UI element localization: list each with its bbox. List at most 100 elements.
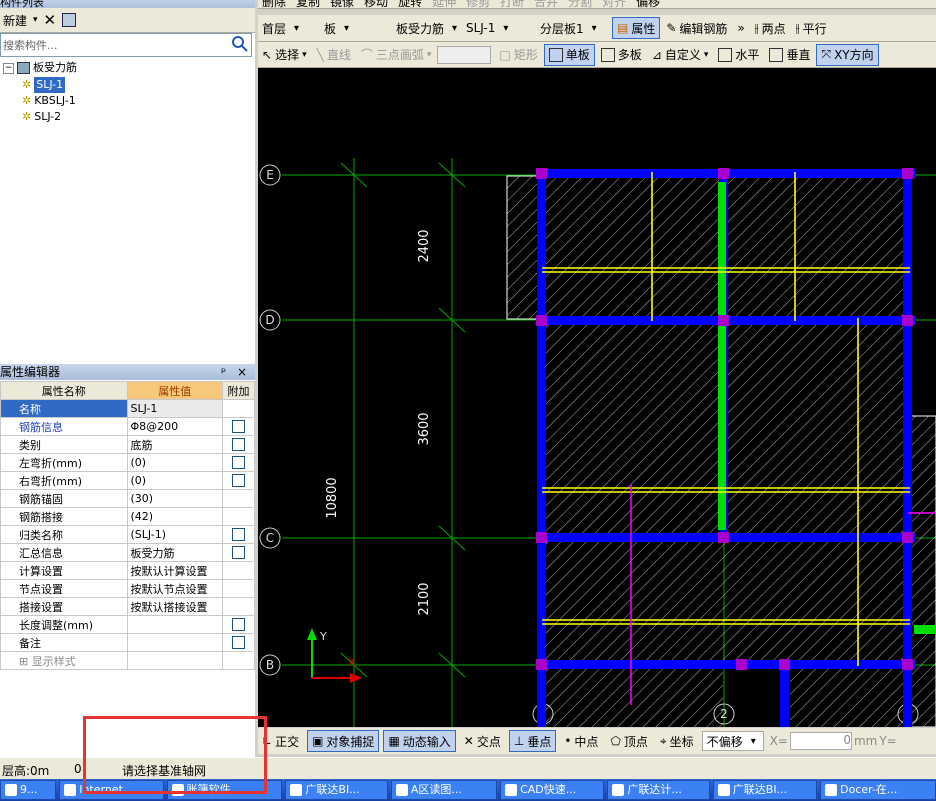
column[interactable] — [902, 532, 913, 543]
floor-dropdown[interactable]: 首层 — [258, 19, 316, 37]
edit-rebar-button[interactable]: ✎ 编辑钢筋 — [662, 18, 731, 38]
property-row[interactable]: 归类名称 (SLJ-1) — [0, 525, 256, 544]
property-row[interactable]: 计算设置 按默认计算设置 — [0, 561, 256, 580]
property-value[interactable]: 板受力筋 — [126, 543, 223, 562]
column[interactable] — [718, 315, 729, 326]
merge-button[interactable]: 合并 — [530, 0, 562, 8]
pin-icon[interactable]: ᵖ — [221, 364, 226, 380]
taskbar-item[interactable]: A区读图... — [390, 780, 498, 800]
property-value[interactable]: (30) — [126, 489, 223, 508]
column[interactable] — [536, 315, 547, 326]
offset-dropdown[interactable]: 不偏移 — [701, 731, 764, 751]
slab-panel[interactable] — [543, 665, 723, 727]
property-value[interactable]: (42) — [126, 507, 223, 526]
column[interactable] — [736, 659, 747, 670]
component-dropdown[interactable]: SLJ-1 — [462, 19, 532, 37]
category-dropdown[interactable]: 板 — [320, 19, 388, 37]
perpendicular-button[interactable]: ⊥ 垂点 — [508, 730, 557, 752]
trim-button[interactable]: 修剪 — [462, 0, 494, 8]
beam-1[interactable] — [537, 169, 546, 727]
taskbar-item[interactable]: 广联达计... — [607, 780, 710, 800]
property-row[interactable]: 节点设置 按默认节点设置 — [0, 579, 256, 598]
property-row[interactable]: 搭接设置 按默认搭接设置 — [0, 597, 256, 616]
align-button[interactable]: 对齐 — [598, 0, 630, 8]
attach-checkbox[interactable] — [231, 618, 245, 632]
multi-board-button[interactable]: 多板 — [597, 45, 646, 65]
horizontal-button[interactable]: 水平 — [714, 45, 763, 65]
taskbar-item[interactable]: 9... — [0, 780, 57, 800]
two-point-button[interactable]: ⫲ 两点 — [751, 18, 790, 38]
attach-checkbox[interactable] — [231, 420, 245, 434]
column[interactable] — [536, 659, 547, 670]
column[interactable] — [902, 315, 913, 326]
select-button[interactable]: ↖ 选择 ▾ — [258, 45, 311, 65]
property-value[interactable] — [126, 615, 223, 634]
vertex-button[interactable]: ⬠ 顶点 — [606, 731, 651, 751]
coord-button[interactable]: ⌖ 坐标 — [656, 731, 698, 751]
line-button[interactable]: ╲ 直线 — [313, 45, 355, 65]
arc-input[interactable] — [437, 45, 492, 64]
break-button[interactable]: 打断 — [496, 0, 528, 8]
property-value[interactable]: 按默认计算设置 — [126, 561, 223, 580]
beam-short[interactable] — [780, 665, 789, 727]
arc-button[interactable]: ⌒ 三点画弧 ▾ — [357, 45, 436, 65]
property-value[interactable]: (SLJ-1) — [126, 525, 223, 544]
slab-panel[interactable] — [506, 175, 543, 320]
delete-button[interactable]: 删除 — [258, 0, 290, 8]
split-button[interactable]: 分割 — [564, 0, 596, 8]
new-button[interactable]: 新建 — [3, 12, 27, 29]
selected-beam[interactable] — [718, 182, 726, 530]
property-row[interactable]: 长度调整(mm) — [0, 615, 256, 634]
attach-checkbox[interactable] — [231, 546, 245, 560]
attach-checkbox[interactable] — [231, 456, 245, 470]
slab-panel[interactable] — [543, 320, 723, 538]
column[interactable] — [536, 532, 547, 543]
chevron-down-icon[interactable]: ▾ — [33, 15, 38, 25]
property-button[interactable]: ▤ 属性 — [612, 17, 661, 39]
slab-panel[interactable] — [543, 176, 723, 319]
vertical-button[interactable]: 垂直 — [765, 45, 814, 65]
collapse-icon[interactable]: − — [3, 62, 14, 74]
attach-checkbox[interactable] — [231, 636, 245, 650]
extend-button[interactable]: 延伸 — [428, 0, 460, 8]
property-row[interactable]: 汇总信息 板受力筋 — [0, 543, 256, 562]
property-value[interactable]: 底筋 — [126, 435, 223, 454]
search-input[interactable]: 搜索构件... — [0, 33, 252, 57]
more-icon[interactable]: » — [733, 18, 748, 38]
taskbar-item[interactable]: Docer-在... — [820, 780, 936, 800]
tree-item-slj2[interactable]: ✲ SLJ-2 — [22, 109, 61, 125]
attach-checkbox[interactable] — [231, 438, 245, 452]
dynamic-input-button[interactable]: ▦ 动态输入 — [383, 730, 456, 752]
close-icon[interactable]: × — [237, 364, 247, 380]
copy-button[interactable]: 复制 — [292, 0, 324, 8]
drawing-canvas[interactable]: E D C B 1 2 3 2400 3600 2100 10800 — [258, 68, 936, 727]
slab-panel[interactable] — [909, 415, 936, 727]
beam-3[interactable] — [903, 169, 912, 727]
property-row[interactable]: 左弯折(mm) (0) — [0, 453, 256, 472]
column[interactable] — [718, 532, 729, 543]
intersect-button[interactable]: ✕ 交点 — [460, 731, 505, 751]
property-value[interactable]: 按默认搭接设置 — [126, 597, 223, 616]
layer-dropdown[interactable]: 分层板1 — [536, 19, 608, 37]
close-icon[interactable]: ✕ — [44, 11, 57, 29]
slab-panel[interactable] — [790, 665, 908, 727]
property-row[interactable]: 名称 SLJ-1 — [0, 399, 256, 418]
tree-item-slj1[interactable]: ✲ SLJ-1 — [22, 77, 66, 93]
property-row[interactable]: ⊞ 显示样式 — [0, 651, 256, 670]
offset-button[interactable]: 偏移 — [632, 0, 664, 8]
parallel-button[interactable]: ⫲ 平行 — [792, 18, 831, 38]
taskbar-item[interactable]: CAD快速... — [500, 780, 605, 800]
column[interactable] — [902, 168, 913, 179]
property-value[interactable]: Φ8@200 — [126, 417, 223, 436]
column[interactable] — [536, 168, 547, 179]
expand-icon[interactable]: ⊞ — [19, 655, 32, 668]
property-row[interactable]: 类别 底筋 — [0, 435, 256, 454]
slab-panel[interactable] — [724, 176, 908, 319]
taskbar-item[interactable]: 广联达BI... — [712, 780, 818, 800]
tree-root[interactable]: − 板受力筋 — [3, 60, 77, 76]
single-board-button[interactable]: 单板 — [543, 43, 595, 66]
property-value[interactable]: (0) — [126, 453, 223, 472]
mirror-button[interactable]: 镜像 — [326, 0, 358, 8]
search-icon[interactable] — [231, 35, 249, 53]
property-value[interactable] — [126, 633, 223, 652]
